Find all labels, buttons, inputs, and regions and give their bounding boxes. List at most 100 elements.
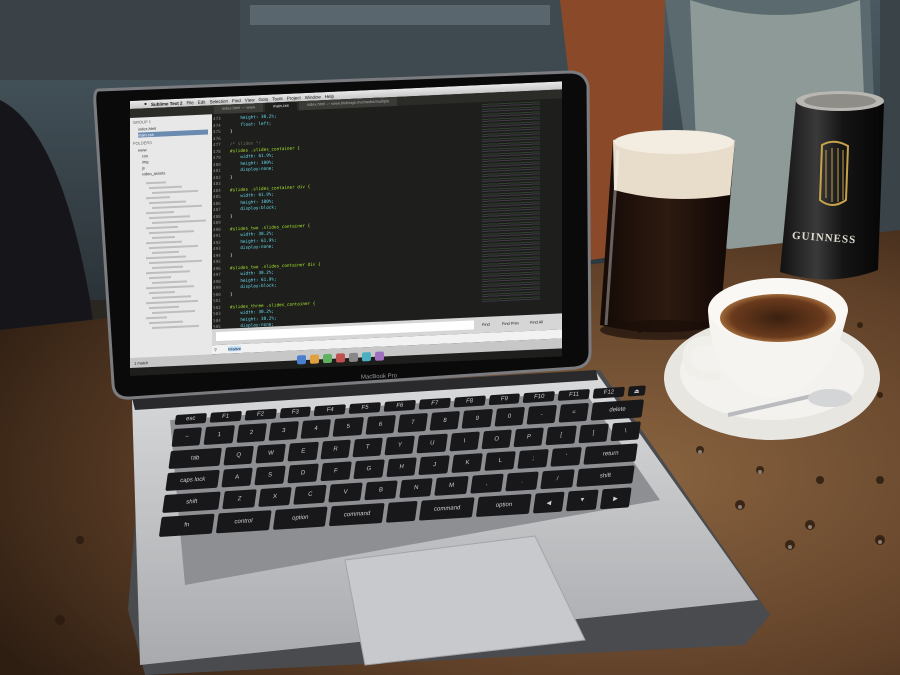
tree-row[interactable] <box>146 255 186 260</box>
tree-row[interactable] <box>149 185 182 190</box>
key[interactable]: X <box>257 487 292 507</box>
key[interactable]: F3 <box>279 406 312 419</box>
tree-row[interactable] <box>146 316 167 320</box>
tree-row[interactable] <box>149 290 175 295</box>
key[interactable]: 4 <box>300 419 332 439</box>
key[interactable]: N <box>399 478 434 499</box>
sidebar-folder[interactable]: www <box>138 147 147 152</box>
tree-row[interactable] <box>152 250 179 255</box>
key[interactable]: shift <box>162 491 222 513</box>
key[interactable]: control <box>215 510 272 534</box>
key[interactable]: return <box>583 443 638 465</box>
key[interactable]: ] <box>578 423 609 444</box>
tree-row[interactable] <box>152 324 199 330</box>
key[interactable]: ' <box>550 446 582 467</box>
key[interactable]: A <box>221 467 253 488</box>
tree-row[interactable] <box>149 200 186 205</box>
sidebar-folder[interactable]: js <box>142 165 145 170</box>
tree-row[interactable] <box>149 259 202 265</box>
menu-project[interactable]: Project <box>287 95 301 101</box>
menu-help[interactable]: Help <box>325 93 334 98</box>
key[interactable]: F11 <box>557 388 591 401</box>
tree-row[interactable] <box>146 196 170 200</box>
key[interactable]: = <box>558 402 590 423</box>
key[interactable]: command <box>329 502 385 527</box>
tree-row[interactable] <box>152 265 183 270</box>
key[interactable]: J <box>418 455 451 476</box>
key[interactable]: K <box>451 453 484 473</box>
key[interactable]: H <box>385 457 418 478</box>
tree-row[interactable] <box>149 276 171 280</box>
dock-app-icon[interactable] <box>348 352 358 363</box>
key[interactable]: ▼ <box>566 489 599 512</box>
key[interactable]: - <box>526 404 558 425</box>
key[interactable]: 6 <box>365 415 396 435</box>
dock-app-icon[interactable] <box>322 353 332 364</box>
find-prev-button[interactable]: Find Prev <box>502 320 519 326</box>
tree-row[interactable] <box>152 295 191 300</box>
tree-row[interactable] <box>149 215 190 220</box>
find-all-button[interactable]: Find All <box>530 319 543 325</box>
key[interactable]: ▶ <box>599 487 632 510</box>
key[interactable]: U <box>416 433 448 454</box>
tree-row[interactable] <box>152 189 198 195</box>
key[interactable]: F9 <box>488 393 521 406</box>
sidebar-folder[interactable]: css <box>142 153 148 158</box>
tree-row[interactable] <box>149 320 183 325</box>
tree-row[interactable] <box>146 211 174 215</box>
key[interactable]: option <box>272 506 329 530</box>
key[interactable]: F12 <box>592 386 625 399</box>
key[interactable]: R <box>320 439 351 460</box>
key[interactable]: option <box>476 493 532 518</box>
tree-row[interactable] <box>152 204 202 210</box>
key[interactable]: F8 <box>453 395 486 408</box>
tree-row[interactable] <box>149 305 179 310</box>
key[interactable]: D <box>287 463 319 484</box>
key[interactable]: 0 <box>494 406 525 427</box>
menu-selection[interactable]: Selection <box>210 98 229 104</box>
key[interactable]: \ <box>610 421 642 442</box>
key[interactable]: B <box>363 480 398 501</box>
tree-row[interactable] <box>149 230 194 235</box>
find-button[interactable]: Find <box>482 322 490 327</box>
key[interactable]: / <box>540 469 575 490</box>
key[interactable]: ◀ <box>532 491 566 514</box>
tree-row[interactable] <box>149 244 198 250</box>
menu-tools[interactable]: Tools <box>272 96 283 101</box>
key[interactable]: ~ <box>171 427 203 447</box>
key[interactable]: 7 <box>397 413 429 433</box>
key[interactable]: [ <box>545 425 577 446</box>
key[interactable]: 9 <box>461 408 493 429</box>
key[interactable]: Y <box>384 435 416 456</box>
key[interactable]: V <box>328 482 363 503</box>
sidebar-folder[interactable]: img <box>142 159 148 164</box>
key[interactable]: F7 <box>418 397 451 410</box>
tree-row[interactable] <box>146 240 182 245</box>
key[interactable]: O <box>481 429 513 450</box>
tree-row[interactable] <box>152 219 206 225</box>
menu-window[interactable]: Window <box>305 94 321 100</box>
key[interactable]: L <box>484 451 517 471</box>
key[interactable]: command <box>419 497 475 521</box>
key[interactable]: 8 <box>429 410 461 431</box>
key[interactable]: F5 <box>348 402 382 415</box>
key[interactable]: F6 <box>383 399 416 412</box>
key[interactable]: tab <box>168 447 222 469</box>
tree-row[interactable] <box>152 310 195 315</box>
key[interactable]: shift <box>575 465 635 487</box>
key[interactable]: G <box>352 459 385 480</box>
menu-app-name[interactable]: Sublime Text 2 <box>151 100 182 106</box>
key[interactable] <box>385 500 419 523</box>
key[interactable]: . <box>505 471 540 492</box>
sidebar-folder[interactable]: video_assets <box>142 170 165 176</box>
key[interactable]: 5 <box>332 417 364 437</box>
dock-app-icon[interactable] <box>335 353 345 363</box>
key[interactable]: T <box>352 437 384 458</box>
key[interactable]: Q <box>223 445 255 466</box>
key[interactable]: P <box>513 427 545 448</box>
tree-row[interactable] <box>152 280 187 285</box>
key[interactable]: F1 <box>209 410 242 423</box>
menu-view[interactable]: View <box>245 97 255 102</box>
menu-edit[interactable]: Edit <box>198 99 206 104</box>
sidebar-open-file[interactable]: index.html <box>138 126 156 132</box>
